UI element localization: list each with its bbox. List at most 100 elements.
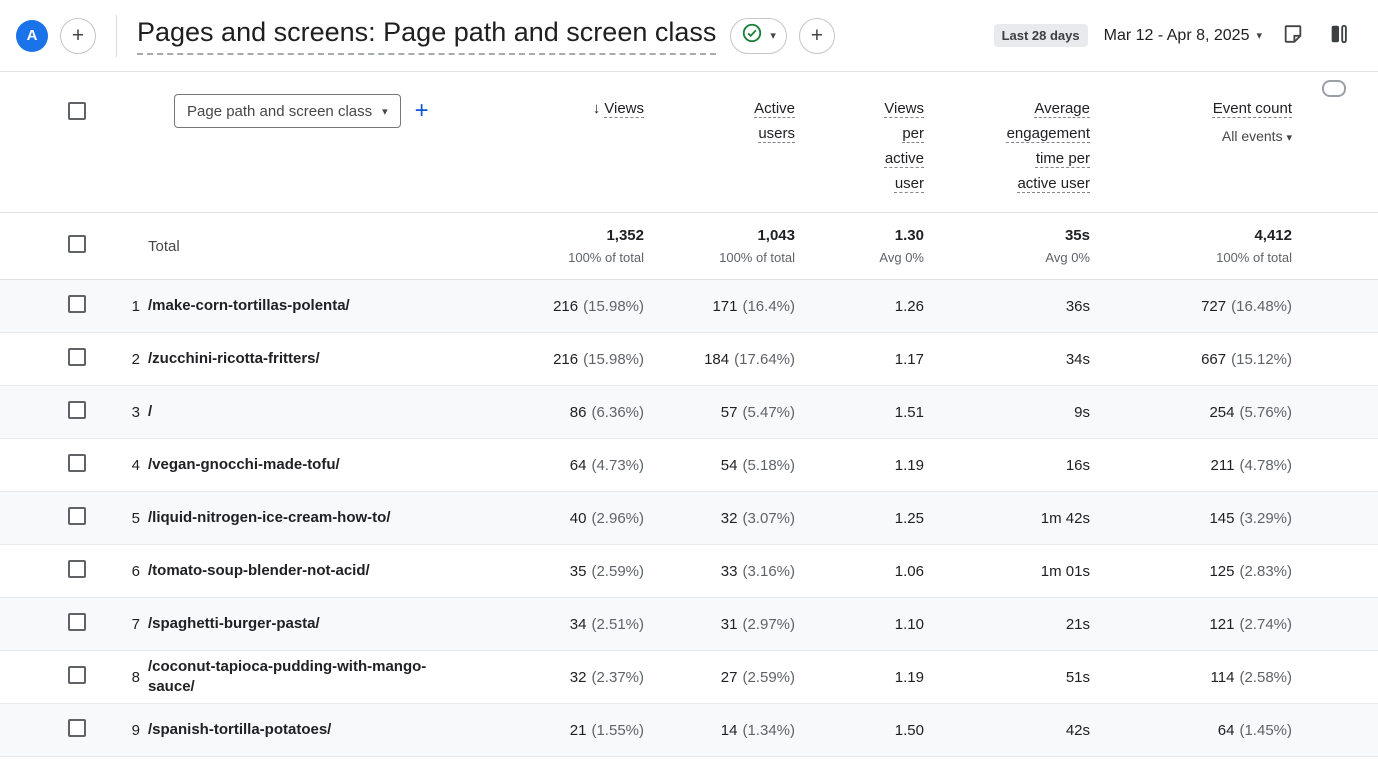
total-views: 1,352 100% of total xyxy=(510,227,644,265)
views-cell: 64(4.73%) xyxy=(510,457,644,474)
row-number: 9 xyxy=(112,722,148,739)
divider xyxy=(116,15,117,57)
table-row: 4 /vegan-gnocchi-made-tofu/ 64(4.73%) 54… xyxy=(0,439,1378,492)
views-per-active-user-cell: 1.19 xyxy=(795,669,924,686)
page-path: /vegan-gnocchi-made-tofu/ xyxy=(148,455,438,475)
app-header: A + Pages and screens: Page path and scr… xyxy=(0,0,1378,72)
row-checkbox[interactable] xyxy=(68,348,86,366)
event-count-cell: 121(2.74%) xyxy=(1090,616,1292,633)
page-path: /liquid-nitrogen-ice-cream-how-to/ xyxy=(148,508,438,528)
add-dimension-button[interactable]: + xyxy=(415,99,429,123)
event-count-cell: 125(2.83%) xyxy=(1090,563,1292,580)
row-checkbox[interactable] xyxy=(68,507,86,525)
row-number: 7 xyxy=(112,616,148,633)
add-comparison-button[interactable]: + xyxy=(799,18,835,54)
row-checkbox[interactable] xyxy=(68,719,86,737)
views-cell: 34(2.51%) xyxy=(510,616,644,633)
row-number: 6 xyxy=(112,563,148,580)
row-checkbox[interactable] xyxy=(68,560,86,578)
avg-engagement-cell: 9s xyxy=(924,404,1090,421)
column-header-views[interactable]: ↓Views xyxy=(510,94,644,121)
event-count-cell: 211(4.78%) xyxy=(1090,457,1292,474)
row-checkbox[interactable] xyxy=(68,666,86,684)
comparison-panel-button[interactable] xyxy=(1324,21,1354,51)
table-row: 2 /zucchini-ricotta-fritters/ 216(15.98%… xyxy=(0,333,1378,386)
page-path: /coconut-tapioca-pudding-with-mango-sauc… xyxy=(148,657,438,697)
active-users-cell: 31(2.97%) xyxy=(644,616,795,633)
event-count-cell: 145(3.29%) xyxy=(1090,510,1292,527)
views-per-active-user-cell: 1.25 xyxy=(795,510,924,527)
event-count-cell: 64(1.45%) xyxy=(1090,722,1292,739)
active-users-cell: 14(1.34%) xyxy=(644,722,795,739)
account-avatar[interactable]: A xyxy=(16,20,48,52)
total-active-users: 1,043 100% of total xyxy=(644,227,795,265)
table-header-row: Page path and screen class ▾ + ↓Views Ac… xyxy=(0,72,1378,212)
row-number: 1 xyxy=(112,298,148,315)
page-path: / xyxy=(148,402,438,422)
avg-engagement-cell: 51s xyxy=(924,669,1090,686)
active-users-cell: 171(16.4%) xyxy=(644,298,795,315)
views-per-active-user-cell: 1.10 xyxy=(795,616,924,633)
event-filter-dropdown[interactable]: All events ▾ xyxy=(1090,124,1292,151)
column-header-avg-engagement[interactable]: Average engagement time per active user xyxy=(924,94,1090,196)
caret-down-icon: ▾ xyxy=(770,29,776,42)
dimension-selector-label: Page path and screen class xyxy=(187,103,372,120)
views-per-active-user-cell: 1.19 xyxy=(795,457,924,474)
row-checkbox[interactable] xyxy=(68,295,86,313)
active-users-cell: 33(3.16%) xyxy=(644,563,795,580)
event-count-cell: 727(16.48%) xyxy=(1090,298,1292,315)
page-path: /spanish-tortilla-potatoes/ xyxy=(148,720,438,740)
views-cell: 216(15.98%) xyxy=(510,298,644,315)
select-all-checkbox[interactable] xyxy=(68,102,86,120)
total-views-per-active-user: 1.30 Avg 0% xyxy=(795,227,924,265)
views-cell: 35(2.59%) xyxy=(510,563,644,580)
report-title[interactable]: Pages and screens: Page path and screen … xyxy=(137,17,716,55)
table-row: 7 /spaghetti-burger-pasta/ 34(2.51%) 31(… xyxy=(0,598,1378,651)
scrollbar-thumb[interactable] xyxy=(1322,80,1346,97)
add-button[interactable]: + xyxy=(60,18,96,54)
table-row: 8 /coconut-tapioca-pudding-with-mango-sa… xyxy=(0,651,1378,704)
views-per-active-user-cell: 1.17 xyxy=(795,351,924,368)
views-per-active-user-cell: 1.06 xyxy=(795,563,924,580)
insights-notes-button[interactable] xyxy=(1278,21,1308,51)
event-count-cell: 667(15.12%) xyxy=(1090,351,1292,368)
active-users-cell: 54(5.18%) xyxy=(644,457,795,474)
column-header-event-count[interactable]: Event count All events ▾ xyxy=(1090,94,1292,151)
page-path: /tomato-soup-blender-not-acid/ xyxy=(148,561,438,581)
column-header-active-users[interactable]: Active users xyxy=(644,94,795,146)
table-row: 6 /tomato-soup-blender-not-acid/ 35(2.59… xyxy=(0,545,1378,598)
total-row-checkbox[interactable] xyxy=(68,235,86,253)
date-range-text: Mar 12 - Apr 8, 2025 xyxy=(1104,27,1250,45)
table-body: 1 /make-corn-tortillas-polenta/ 216(15.9… xyxy=(0,280,1378,757)
views-per-active-user-cell: 1.51 xyxy=(795,404,924,421)
views-per-active-user-cell: 1.50 xyxy=(795,722,924,739)
row-checkbox[interactable] xyxy=(68,613,86,631)
date-range-picker[interactable]: Mar 12 - Apr 8, 2025 ▾ xyxy=(1104,27,1262,45)
row-number: 3 xyxy=(112,404,148,421)
event-count-cell: 254(5.76%) xyxy=(1090,404,1292,421)
dimension-selector-dropdown[interactable]: Page path and screen class ▾ xyxy=(174,94,401,128)
views-per-active-user-cell: 1.26 xyxy=(795,298,924,315)
table-row: 5 /liquid-nitrogen-ice-cream-how-to/ 40(… xyxy=(0,492,1378,545)
caret-down-icon: ▾ xyxy=(1286,132,1292,144)
report-table: Page path and screen class ▾ + ↓Views Ac… xyxy=(0,72,1378,757)
page-path: /zucchini-ricotta-fritters/ xyxy=(148,349,438,369)
active-users-cell: 32(3.07%) xyxy=(644,510,795,527)
table-total-row: Total 1,352 100% of total 1,043 100% of … xyxy=(0,212,1378,280)
avg-engagement-cell: 36s xyxy=(924,298,1090,315)
event-count-cell: 114(2.58%) xyxy=(1090,669,1292,686)
comparison-bars-icon xyxy=(1328,23,1350,48)
total-avg-engagement: 35s Avg 0% xyxy=(924,227,1090,265)
views-cell: 32(2.37%) xyxy=(510,669,644,686)
page-path: /make-corn-tortillas-polenta/ xyxy=(148,296,438,316)
row-checkbox[interactable] xyxy=(68,401,86,419)
row-checkbox[interactable] xyxy=(68,454,86,472)
total-label: Total xyxy=(148,238,510,255)
views-cell: 86(6.36%) xyxy=(510,404,644,421)
column-header-views-per-active-user[interactable]: Views per active user xyxy=(795,94,924,196)
views-cell: 21(1.55%) xyxy=(510,722,644,739)
views-cell: 216(15.98%) xyxy=(510,351,644,368)
page-path: /spaghetti-burger-pasta/ xyxy=(148,614,438,634)
report-saved-status-dropdown[interactable]: ▾ xyxy=(730,18,787,54)
note-icon xyxy=(1282,23,1304,48)
